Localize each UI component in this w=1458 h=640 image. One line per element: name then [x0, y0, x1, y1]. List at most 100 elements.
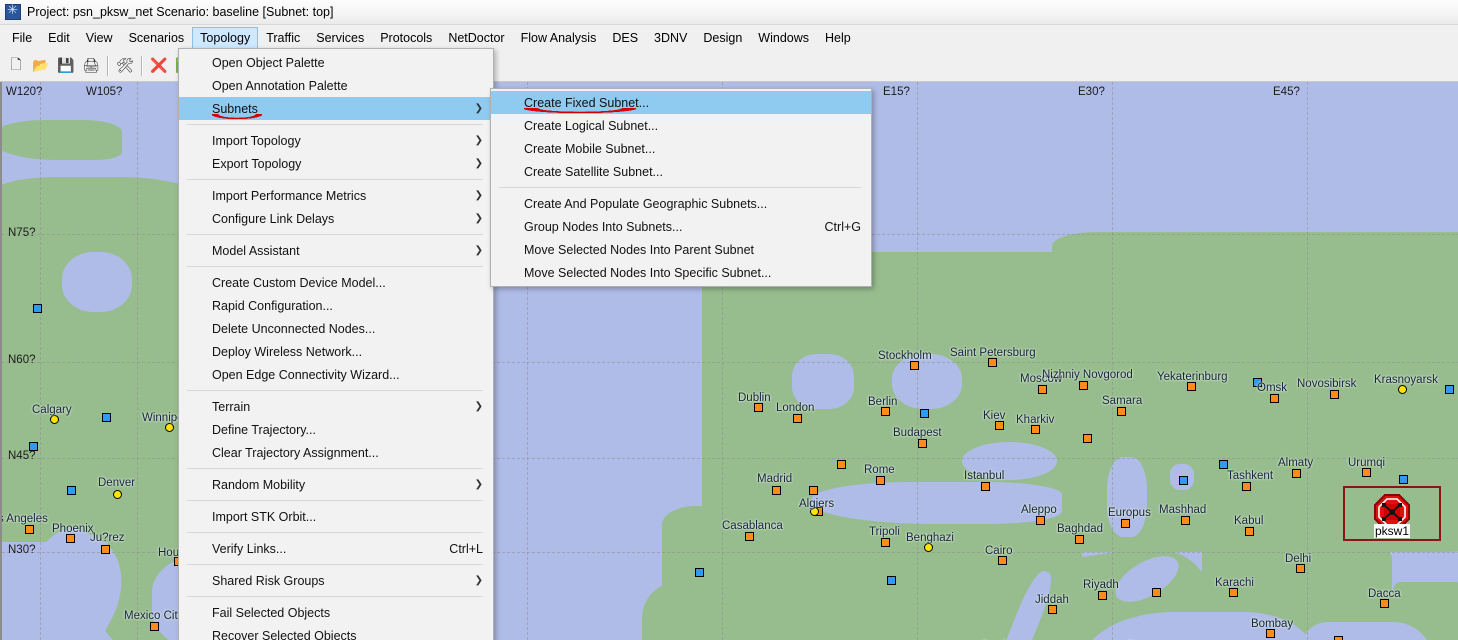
map-node[interactable] [1152, 588, 1161, 597]
map-node[interactable] [1083, 434, 1092, 443]
map-node[interactable] [920, 409, 929, 418]
map-node[interactable] [1296, 564, 1305, 573]
map-node[interactable] [1098, 591, 1107, 600]
map-node[interactable] [910, 361, 919, 370]
new-project-icon[interactable]: 🗋 [4, 54, 28, 78]
menubar-item-3dnv[interactable]: 3DNV [646, 27, 695, 49]
map-node[interactable] [998, 556, 1007, 565]
map-node[interactable] [1270, 394, 1279, 403]
subnets-submenu[interactable]: Create Fixed Subnet... Create Logical Sub… [490, 88, 872, 287]
menu-item-clear-trajectory-assignment[interactable]: Clear Trajectory Assignment... [179, 441, 493, 464]
map-node[interactable] [1380, 599, 1389, 608]
map-node[interactable] [1219, 460, 1228, 469]
menubar-item-flow-analysis[interactable]: Flow Analysis [513, 27, 605, 49]
map-node[interactable] [837, 460, 846, 469]
menubar-item-view[interactable]: View [78, 27, 121, 49]
map-node[interactable] [1292, 469, 1301, 478]
menu-item-create-logical-subnet[interactable]: Create Logical Subnet... [491, 114, 871, 137]
menu-item-import-stk-orbit[interactable]: Import STK Orbit... [179, 505, 493, 528]
map-node[interactable] [1242, 482, 1251, 491]
map-node[interactable] [1121, 519, 1130, 528]
map-node[interactable] [165, 423, 174, 432]
menu-item-create-fixed-subnet[interactable]: Create Fixed Subnet... [491, 91, 871, 114]
menu-item-move-selected-nodes-into-specific-subnet[interactable]: Move Selected Nodes Into Specific Subnet… [491, 261, 871, 284]
menu-item-define-trajectory[interactable]: Define Trajectory... [179, 418, 493, 441]
menu-item-model-assistant[interactable]: Model Assistant ❯ [179, 239, 493, 262]
map-node[interactable] [25, 525, 34, 534]
topology-dropdown-menu[interactable]: Open Object Palette Open Annotation Palet… [178, 48, 494, 640]
menubar-item-help[interactable]: Help [817, 27, 859, 49]
menubar-item-windows[interactable]: Windows [750, 27, 817, 49]
map-node[interactable] [745, 532, 754, 541]
menubar-item-protocols[interactable]: Protocols [372, 27, 440, 49]
map-node[interactable] [924, 543, 933, 552]
map-node[interactable] [33, 304, 42, 313]
map-node[interactable] [1187, 382, 1196, 391]
map-node[interactable] [1038, 385, 1047, 394]
menubar-item-traffic[interactable]: Traffic [258, 27, 308, 49]
menu-item-fail-selected-objects[interactable]: Fail Selected Objects [179, 601, 493, 624]
menubar-item-topology[interactable]: Topology [192, 26, 259, 53]
map-node[interactable] [1330, 390, 1339, 399]
map-node[interactable] [29, 442, 38, 451]
menubar-item-edit[interactable]: Edit [40, 27, 78, 49]
menu-item-open-annotation-palette[interactable]: Open Annotation Palette [179, 74, 493, 97]
menu-item-recover-selected-objects[interactable]: Recover Selected Objects [179, 624, 493, 640]
map-node[interactable] [881, 407, 890, 416]
menu-item-verify-links[interactable]: Verify Links... Ctrl+L [179, 537, 493, 560]
print-icon[interactable]: 🖨 [79, 54, 103, 78]
menu-item-export-topology[interactable]: Export Topology ❯ [179, 152, 493, 175]
menu-item-deploy-wireless-network[interactable]: Deploy Wireless Network... [179, 340, 493, 363]
menu-item-delete-unconnected-nodes[interactable]: Delete Unconnected Nodes... [179, 317, 493, 340]
map-node[interactable] [1036, 516, 1045, 525]
menu-item-move-selected-nodes-into-parent-subnet[interactable]: Move Selected Nodes Into Parent Subnet [491, 238, 871, 261]
open-project-icon[interactable]: 📂 [29, 54, 53, 78]
map-node[interactable] [772, 486, 781, 495]
map-node[interactable] [887, 576, 896, 585]
menu-item-shared-risk-groups[interactable]: Shared Risk Groups ❯ [179, 569, 493, 592]
menu-item-subnets[interactable]: Subnets ❯ [179, 97, 493, 120]
map-node[interactable] [1334, 636, 1343, 640]
map-node[interactable] [1181, 516, 1190, 525]
map-node[interactable] [113, 490, 122, 499]
menubar-item-file[interactable]: File [4, 27, 40, 49]
map-node[interactable] [1031, 425, 1040, 434]
map-node[interactable] [1048, 605, 1057, 614]
menu-item-create-custom-device-model[interactable]: Create Custom Device Model... [179, 271, 493, 294]
menu-item-random-mobility[interactable]: Random Mobility ❯ [179, 473, 493, 496]
menu-item-import-performance-metrics[interactable]: Import Performance Metrics ❯ [179, 184, 493, 207]
map-node[interactable] [995, 421, 1004, 430]
map-node[interactable] [66, 534, 75, 543]
map-node[interactable] [1362, 468, 1371, 477]
map-node[interactable] [981, 482, 990, 491]
map-node[interactable] [102, 413, 111, 422]
map-node[interactable] [793, 414, 802, 423]
map-node[interactable] [1079, 381, 1088, 390]
menu-item-import-topology[interactable]: Import Topology ❯ [179, 129, 493, 152]
map-node[interactable] [67, 486, 76, 495]
map-node[interactable] [1229, 588, 1238, 597]
map-node[interactable] [695, 568, 704, 577]
map-node[interactable] [876, 476, 885, 485]
map-node[interactable] [754, 403, 763, 412]
menu-item-open-object-palette[interactable]: Open Object Palette [179, 51, 493, 74]
save-icon[interactable]: 💾 [54, 54, 78, 78]
menubar-item-scenarios[interactable]: Scenarios [121, 27, 193, 49]
map-node[interactable] [1117, 407, 1126, 416]
menu-item-configure-link-delays[interactable]: Configure Link Delays ❯ [179, 207, 493, 230]
map-node[interactable] [150, 622, 159, 631]
menubar-item-des[interactable]: DES [604, 27, 646, 49]
map-node[interactable] [50, 415, 59, 424]
map-node[interactable] [1245, 527, 1254, 536]
map-node[interactable] [809, 486, 818, 495]
map-node[interactable] [918, 439, 927, 448]
map-node[interactable] [1075, 535, 1084, 544]
fail-objects-icon[interactable]: ❌ [147, 54, 171, 78]
menu-item-create-satellite-subnet[interactable]: Create Satellite Subnet... [491, 160, 871, 183]
menubar-item-design[interactable]: Design [695, 27, 750, 49]
menu-item-create-mobile-subnet[interactable]: Create Mobile Subnet... [491, 137, 871, 160]
map-node[interactable] [1179, 476, 1188, 485]
menu-item-terrain[interactable]: Terrain ❯ [179, 395, 493, 418]
menu-item-rapid-configuration[interactable]: Rapid Configuration... [179, 294, 493, 317]
map-node[interactable] [1399, 475, 1408, 484]
